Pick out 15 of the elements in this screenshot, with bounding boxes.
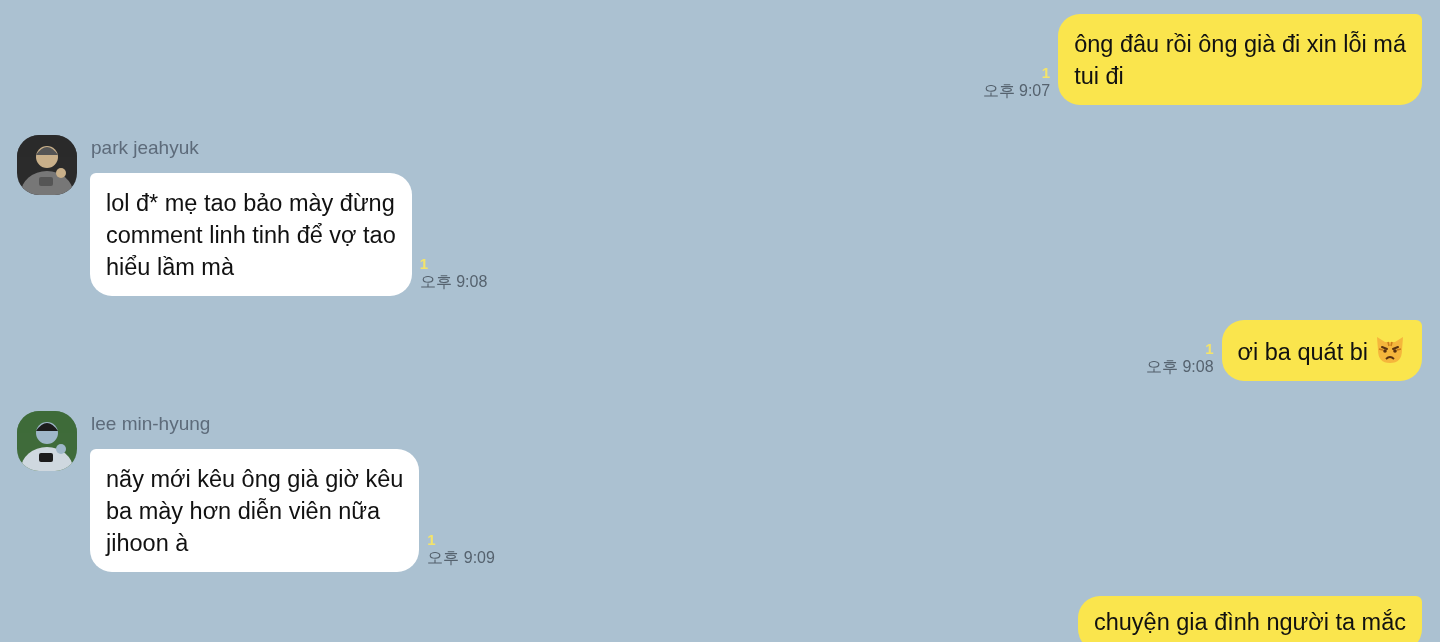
message-text: chuyện gia đình người ta mắc <box>1093 609 1406 635</box>
unread-count: 1 <box>427 532 436 548</box>
message-text: ông đâu rồi ông già đi xin lỗi má tui đi <box>1074 31 1406 89</box>
unread-count: 1 <box>1205 341 1214 357</box>
timestamp: 오후 9:07 <box>982 81 1051 101</box>
timestamp: 오후 9:08 <box>419 272 488 292</box>
message-text: nãy mới kêu ông già giờ kêu ba mày hơn diễn viên nữa jihoon à <box>106 466 404 556</box>
message-text: ơi ba quát bi <box>1237 339 1368 365</box>
sender-name: park jeahyuk <box>91 137 200 159</box>
message-text: lol đ* mẹ tao bảo mày đừng comment linh tinh để vợ tao hiểu lầm mà <box>106 190 396 280</box>
timestamp: 오후 9:09 <box>427 548 495 568</box>
sender-name: lee min-hyung <box>91 413 212 435</box>
timestamp: 오후 9:08 <box>1146 357 1214 377</box>
unread-count: 1 <box>1041 65 1051 81</box>
unread-count: 1 <box>419 256 429 272</box>
